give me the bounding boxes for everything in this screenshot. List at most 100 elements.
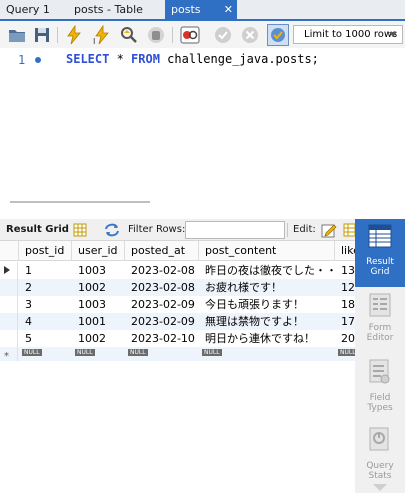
side-label: Types (367, 403, 393, 413)
cell-post-content[interactable]: お疲れ様です！ (199, 279, 335, 296)
side-label: Result (366, 257, 394, 267)
grid-layout-icon[interactable] (73, 223, 87, 237)
result-grid-icon (368, 224, 392, 248)
stop-on-error-icon[interactable] (180, 25, 200, 45)
form-editor-button[interactable]: Form Editor (355, 289, 405, 357)
cell-user-id[interactable]: NULL (72, 347, 125, 361)
refresh-icon[interactable] (104, 223, 120, 237)
execute-lightning-icon[interactable] (64, 25, 84, 45)
cell-post-content[interactable]: 無理は禁物ですよ！ (199, 313, 335, 330)
cell-post-id[interactable]: 1 (19, 262, 72, 279)
cell-posted-at[interactable]: 2023-02-09 (125, 296, 199, 313)
result-grid-button[interactable]: Result Grid (355, 219, 405, 287)
null-badge: NULL (338, 349, 355, 356)
cell-post-content[interactable]: 今日も頑張ります！ (199, 296, 335, 313)
cell-posted-at[interactable]: 2023-02-09 (125, 313, 199, 330)
column-header-user-id[interactable]: user_id (72, 241, 125, 261)
column-header-post-id[interactable]: post_id (19, 241, 72, 261)
tab-label: posts (171, 3, 201, 16)
cell-posted-at[interactable]: 2023-02-08 (125, 279, 199, 296)
table-row[interactable]: 5 1002 2023-02-10 明日から連休ですね！ 20 (0, 330, 355, 347)
row-selector[interactable] (0, 262, 18, 279)
cell-user-id[interactable]: 1003 (72, 262, 125, 279)
open-folder-icon[interactable] (7, 25, 27, 45)
column-header-posted-at[interactable]: posted_at (125, 241, 199, 261)
cell-post-id[interactable]: 4 (19, 313, 72, 330)
toolbar-separator (172, 27, 173, 43)
sql-star: * (109, 52, 132, 66)
stop-hand-icon[interactable] (146, 25, 166, 45)
cell-post-content[interactable]: NULL (199, 347, 335, 361)
row-selector[interactable]: * (0, 347, 18, 362)
cell-user-id[interactable]: 1003 (72, 296, 125, 313)
limit-rows-select[interactable]: Limit to 1000 rows (293, 25, 403, 44)
commit-icon[interactable] (213, 25, 233, 45)
row-selector[interactable] (0, 279, 18, 296)
cell-like[interactable]: NULL (335, 347, 355, 361)
cell-post-id[interactable]: 3 (19, 296, 72, 313)
edit-label: Edit: (293, 224, 316, 235)
rollback-icon[interactable] (240, 25, 260, 45)
cell-posted-at[interactable]: NULL (125, 347, 199, 361)
save-icon[interactable] (32, 25, 52, 45)
null-badge: NULL (128, 349, 148, 356)
cell-posted-at[interactable]: 2023-02-08 (125, 262, 199, 279)
filter-rows-input[interactable] (185, 221, 285, 239)
explain-magnifier-icon[interactable] (119, 25, 139, 45)
row-header-corner (0, 241, 19, 261)
autocommit-toggle-icon[interactable] (267, 24, 289, 46)
sql-editor[interactable]: 1 SELECT * FROM challenge_java.posts; (0, 48, 405, 200)
svg-text:I: I (93, 37, 95, 45)
cell-user-id[interactable]: 1002 (72, 279, 125, 296)
cell-post-id[interactable]: 5 (19, 330, 72, 347)
tab-query-1[interactable]: Query 1 (0, 0, 58, 19)
tab-label: Query 1 (6, 3, 50, 16)
tab-posts[interactable]: posts ✕ (165, 0, 237, 19)
add-row-icon[interactable] (343, 222, 355, 238)
cell-like[interactable]: 18 (335, 296, 355, 313)
row-selector[interactable] (0, 330, 18, 347)
cell-like[interactable]: 13 (335, 262, 355, 279)
field-types-button[interactable]: Field Types (355, 357, 405, 425)
row-selector[interactable] (0, 296, 18, 313)
tab-posts-table[interactable]: posts - Table (68, 0, 160, 19)
execute-current-icon[interactable]: I (91, 25, 111, 45)
filter-rows-label: Filter Rows: (128, 224, 186, 235)
sql-keyword-select: SELECT (66, 52, 110, 66)
table-row[interactable]: 4 1001 2023-02-09 無理は禁物ですよ！ 17 (0, 313, 355, 330)
cell-posted-at[interactable]: 2023-02-10 (125, 330, 199, 347)
cell-like[interactable]: 20 (335, 330, 355, 347)
table-row[interactable]: 1 1003 2023-02-08 昨日の夜は徹夜でした・・ 13 (0, 262, 355, 279)
toolbar-separator (287, 223, 288, 237)
cell-post-id[interactable]: NULL (19, 347, 72, 361)
tab-bar: Query 1 posts - Table posts ✕ (0, 0, 405, 19)
close-tab-icon[interactable]: ✕ (224, 0, 233, 19)
cell-post-content[interactable]: 昨日の夜は徹夜でした・・ (199, 262, 335, 279)
column-header-like[interactable]: like (335, 241, 355, 261)
cell-post-content[interactable]: 明日から連休ですね！ (199, 330, 335, 347)
table-row[interactable]: 3 1003 2023-02-09 今日も頑張ります！ 18 (0, 296, 355, 313)
column-header-post-content[interactable]: post_content (199, 241, 335, 261)
sql-code[interactable]: SELECT * FROM challenge_java.posts; (66, 52, 319, 66)
result-toolbar: Result Grid Filter Rows: Edit: (0, 219, 355, 241)
row-selector[interactable] (0, 313, 18, 330)
cell-like[interactable]: 17 (335, 313, 355, 330)
cell-like[interactable]: 12 (335, 279, 355, 296)
toolbar-separator (57, 27, 58, 43)
side-label: Grid (370, 267, 390, 277)
tab-label: posts - Table (74, 3, 143, 16)
panel-splitter[interactable] (10, 201, 150, 203)
table-row[interactable]: 2 1002 2023-02-08 お疲れ様です！ 12 (0, 279, 355, 296)
new-row[interactable]: * NULL NULL NULL NULL NULL (0, 347, 355, 362)
current-row-pointer-icon (4, 266, 10, 274)
edit-pencil-icon[interactable] (321, 222, 337, 238)
null-badge: NULL (75, 349, 95, 356)
new-row-marker: * (4, 351, 9, 362)
chevron-down-icon[interactable] (372, 483, 388, 492)
form-editor-icon (369, 293, 391, 317)
cell-user-id[interactable]: 1001 (72, 313, 125, 330)
cell-post-id[interactable]: 2 (19, 279, 72, 296)
cell-user-id[interactable]: 1002 (72, 330, 125, 347)
side-label: Stats (368, 471, 392, 481)
line-number: 1 (18, 53, 26, 67)
